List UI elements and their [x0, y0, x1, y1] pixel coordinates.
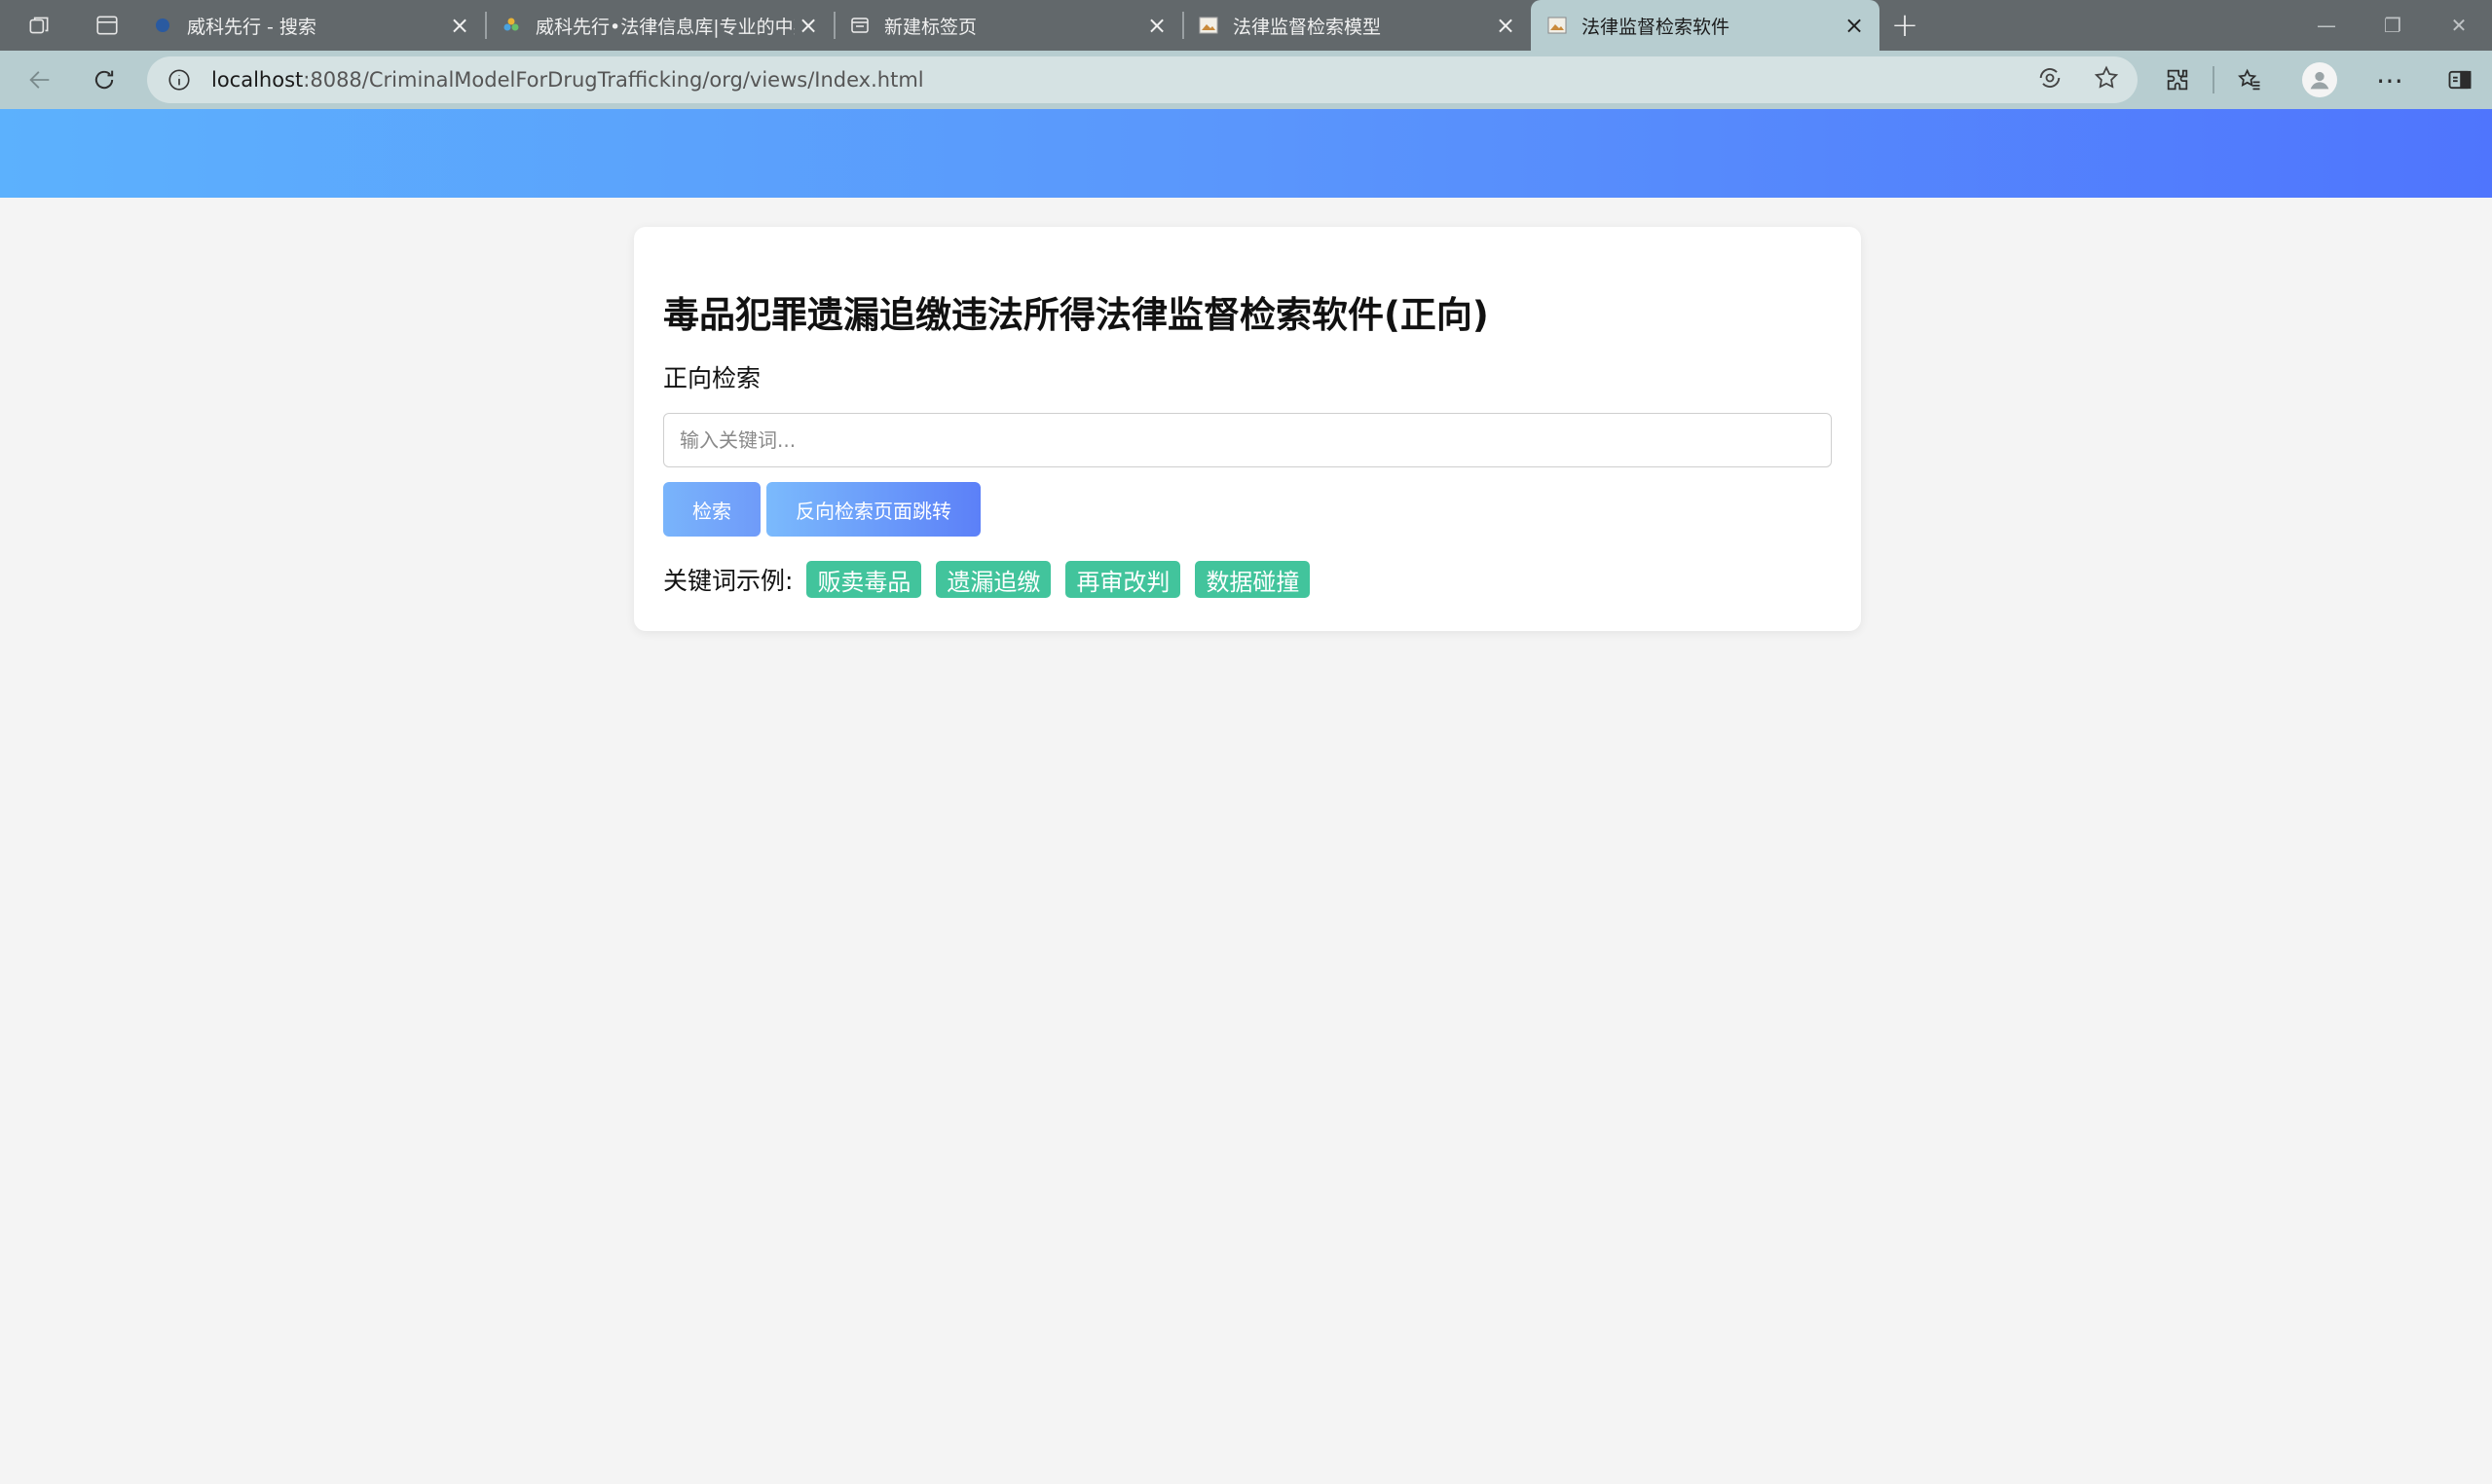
- keyword-tag[interactable]: 数据碰撞: [1195, 561, 1311, 598]
- close-tab-icon[interactable]: ×: [795, 12, 822, 39]
- minimize-icon[interactable]: —: [2293, 0, 2360, 51]
- tab-title: 法律监督检索模型: [1233, 16, 1382, 38]
- tab-title: 威科先行 - 搜索: [187, 16, 316, 38]
- browser-tab-strip: 威科先行 - 搜索 × 威科先行•法律信息库|专业的中英 × 新建标签页 × 法…: [0, 0, 2492, 51]
- close-tab-icon[interactable]: ×: [1841, 12, 1868, 39]
- keyword-tag[interactable]: 再审改判: [1065, 561, 1181, 598]
- tab-title: 威科先行•法律信息库|专业的中英: [536, 16, 795, 38]
- search-button[interactable]: 检索: [663, 482, 761, 537]
- page-header-banner: [0, 109, 2492, 198]
- browser-tab-active[interactable]: 法律监督检索软件 ×: [1531, 0, 1879, 51]
- extensions-icon[interactable]: [2142, 51, 2213, 109]
- browser-tab[interactable]: 法律监督检索模型 ×: [1182, 0, 1531, 51]
- back-icon[interactable]: [8, 51, 72, 109]
- section-subtitle: 正向检索: [663, 364, 762, 392]
- close-tab-icon[interactable]: ×: [446, 12, 473, 39]
- browser-tab[interactable]: 新建标签页 ×: [834, 0, 1182, 51]
- close-tab-icon[interactable]: ×: [1143, 12, 1171, 39]
- url-host: localhost: [211, 68, 304, 92]
- image-favicon-icon: [1546, 15, 1568, 36]
- examples-label: 关键词示例:: [663, 567, 794, 595]
- restore-icon[interactable]: ❐: [2360, 0, 2426, 51]
- close-tab-icon[interactable]: ×: [1492, 12, 1519, 39]
- toolbar-right: ⋯: [2142, 51, 2492, 109]
- keyword-search-input[interactable]: [663, 413, 1832, 467]
- page-title: 毒品犯罪遗漏追缴违法所得法律监督检索软件(正向): [663, 294, 1489, 336]
- site-info-icon[interactable]: [167, 67, 192, 93]
- address-bar[interactable]: localhost:8088/CriminalModelForDrugTraff…: [147, 56, 2138, 103]
- image-favicon-icon: [1198, 15, 1219, 36]
- more-menu-icon[interactable]: ⋯: [2355, 51, 2425, 109]
- sidebar-toggle-icon[interactable]: [2425, 51, 2492, 109]
- workspaces-icon[interactable]: [0, 0, 78, 51]
- avatar: [2302, 62, 2337, 97]
- new-tab-button[interactable]: +: [1879, 0, 1930, 51]
- new-tab-page-icon: [849, 15, 871, 36]
- browser-tab[interactable]: 威科先行 - 搜索 ×: [136, 0, 485, 51]
- tab-title: 法律监督检索软件: [1581, 16, 1730, 38]
- refresh-icon[interactable]: [72, 51, 136, 109]
- read-aloud-icon[interactable]: [2036, 64, 2064, 96]
- window-close-icon[interactable]: ✕: [2426, 0, 2492, 51]
- flower-logo-icon: [501, 15, 522, 36]
- profile-button[interactable]: [2285, 51, 2355, 109]
- reverse-search-button[interactable]: 反向检索页面跳转: [766, 482, 981, 537]
- keyword-examples: 关键词示例: 贩卖毒品 遗漏追缴 再审改判 数据碰撞: [663, 561, 1324, 598]
- tab-title: 新建标签页: [884, 16, 978, 38]
- search-card: 毒品犯罪遗漏追缴违法所得法律监督检索软件(正向) 正向检索 检索 反向检索页面跳…: [634, 227, 1861, 631]
- wolters-kluwer-icon: [152, 15, 173, 36]
- favorite-star-icon[interactable]: [2093, 64, 2120, 96]
- keyword-tag[interactable]: 贩卖毒品: [806, 561, 922, 598]
- browser-toolbar: localhost:8088/CriminalModelForDrugTraff…: [0, 51, 2492, 109]
- browser-tab[interactable]: 威科先行•法律信息库|专业的中英 ×: [485, 0, 834, 51]
- keyword-tag[interactable]: 遗漏追缴: [936, 561, 1052, 598]
- window-controls: — ❐ ✕: [2293, 0, 2492, 51]
- vertical-tabs-icon[interactable]: [78, 0, 136, 51]
- url-path: :8088/CriminalModelForDrugTrafficking/or…: [303, 68, 924, 92]
- favorites-icon[interactable]: [2214, 51, 2285, 109]
